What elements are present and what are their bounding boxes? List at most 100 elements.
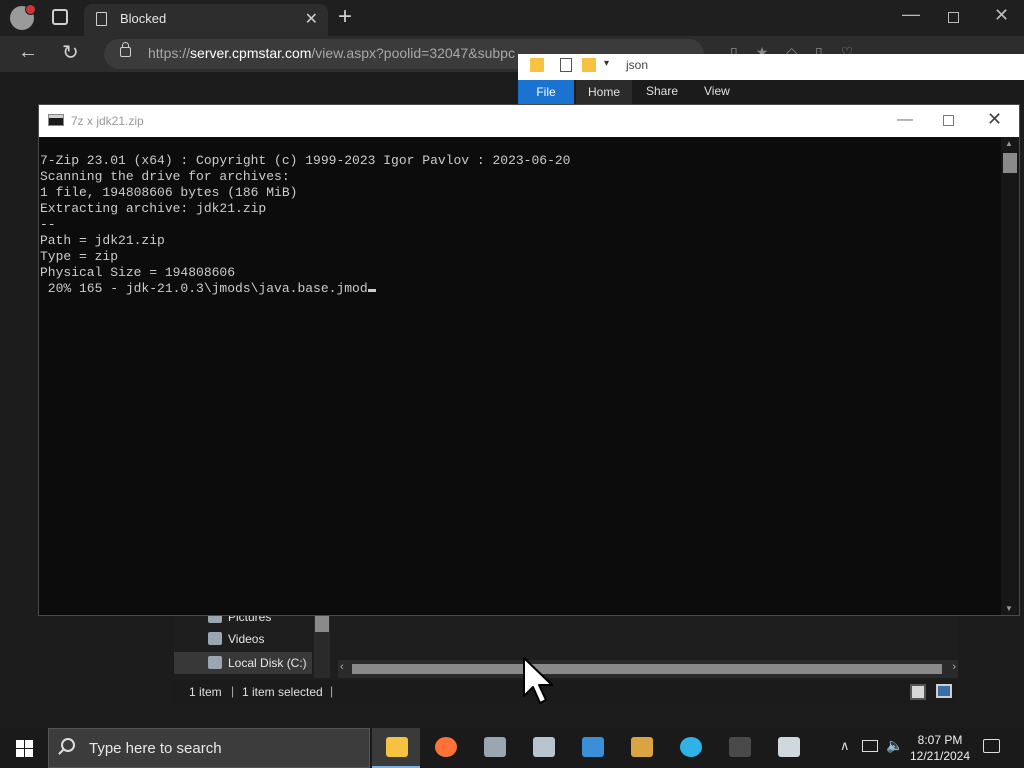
chevron-down-icon[interactable]: ▾: [604, 58, 609, 69]
windows-logo-part: [16, 740, 24, 748]
scroll-left-icon[interactable]: ‹: [340, 661, 344, 673]
back-icon[interactable]: ←: [18, 41, 38, 64]
drive-icon: [208, 656, 222, 669]
console-line: Scanning the drive for archives:: [40, 169, 290, 184]
start-button[interactable]: [16, 740, 33, 757]
lock-icon[interactable]: [120, 42, 131, 57]
console-scrollbar[interactable]: ▲ ▼: [1001, 137, 1019, 615]
tab-title: Blocked: [120, 11, 167, 26]
app-3-icon: [484, 737, 506, 757]
network-icon[interactable]: [862, 740, 878, 752]
folder-icon: [530, 58, 544, 72]
tab-file[interactable]: File: [518, 80, 574, 104]
taskbar: Type here to search ∧ 🔈 8:07 PM 12/21/20…: [0, 728, 1024, 768]
clock-time: 8:07 PM: [917, 733, 963, 747]
file-explorer-bottom: Pictures Videos Local Disk (C:) ‹ › 1 it…: [174, 610, 958, 704]
tab-actions-icon[interactable]: [52, 9, 68, 25]
new-folder-icon[interactable]: [582, 58, 596, 72]
tab-view[interactable]: View: [704, 84, 730, 98]
console-icon: [48, 114, 64, 126]
progress-line: 20% 165 - jdk-21.0.3\jmods\java.base.jmo…: [40, 281, 368, 296]
scroll-right-icon[interactable]: ›: [952, 661, 956, 673]
text-cursor: [367, 289, 376, 292]
notifications-icon[interactable]: [983, 739, 1000, 753]
volume-icon[interactable]: 🔈: [886, 737, 903, 754]
nav-scroll-thumb[interactable]: [315, 614, 329, 632]
explorer-title: json: [626, 58, 649, 72]
page-icon: [96, 12, 107, 26]
close-icon[interactable]: ✕: [994, 5, 1009, 26]
ribbon: File Home Share View: [518, 80, 1024, 104]
close-icon[interactable]: ✕: [987, 109, 1002, 130]
clock[interactable]: 8:07 PM 12/21/2024: [908, 732, 972, 764]
taskbar-app-firefox[interactable]: [421, 728, 469, 768]
taskbar-app-app-4[interactable]: [519, 728, 567, 768]
horizontal-scrollbar[interactable]: ‹ ›: [338, 660, 958, 678]
new-tab-button[interactable]: +: [338, 3, 352, 31]
taskbar-app-terminal[interactable]: [715, 728, 763, 768]
properties-icon[interactable]: [560, 58, 572, 72]
console-title: 7z x jdk21.zip: [71, 114, 144, 128]
browser-tab[interactable]: Blocked ✕: [84, 4, 328, 36]
maximize-icon[interactable]: [948, 12, 959, 23]
taskbar-app-app-5[interactable]: [568, 728, 616, 768]
nav-item-local-disk[interactable]: Local Disk (C:): [174, 652, 312, 674]
browser-tabstrip: Blocked ✕ + — ✕: [0, 0, 1024, 36]
tab-close-icon[interactable]: ✕: [305, 9, 318, 29]
minimize-icon[interactable]: —: [902, 4, 920, 25]
taskbar-app-app-6[interactable]: [617, 728, 665, 768]
taskbar-app-app-9[interactable]: [764, 728, 812, 768]
edge-icon: [680, 737, 702, 757]
profile-avatar[interactable]: [10, 4, 36, 30]
console-output[interactable]: 7-Zip 23.01 (x64) : Copyright (c) 1999-2…: [39, 137, 1001, 615]
divider: |: [330, 684, 334, 698]
large-icons-view-icon[interactable]: [936, 684, 952, 698]
taskbar-search[interactable]: Type here to search: [48, 728, 370, 768]
mouse-pointer-icon: [523, 657, 553, 704]
nav-item-videos[interactable]: Videos: [174, 628, 312, 650]
chevron-up-icon[interactable]: ∧: [840, 738, 850, 754]
app-6-icon: [631, 737, 653, 757]
windows-logo-part: [25, 749, 33, 757]
url-text[interactable]: https://server.cpmstar.com/view.aspx?poo…: [148, 45, 515, 61]
horizontal-scroll-thumb[interactable]: [352, 664, 942, 674]
scroll-down-icon[interactable]: ▼: [1005, 604, 1013, 613]
file-explorer-window: ▾ json File Home Share View: [518, 54, 1024, 104]
console-scroll-thumb[interactable]: [1003, 153, 1017, 173]
tab-share[interactable]: Share: [646, 84, 678, 98]
search-icon: [61, 738, 75, 752]
console-line: --: [40, 217, 56, 232]
item-count: 1 item: [189, 685, 222, 699]
console-titlebar[interactable]: 7z x jdk21.zip — ✕: [39, 105, 1019, 137]
console-line: 7-Zip 23.01 (x64) : Copyright (c) 1999-2…: [40, 153, 571, 168]
details-view-icon[interactable]: [910, 684, 926, 700]
windows-logo-part: [16, 749, 24, 757]
app-9-icon: [778, 737, 800, 757]
file-explorer-icon: [386, 737, 408, 757]
terminal-icon: [729, 737, 751, 757]
minimize-icon[interactable]: —: [897, 111, 913, 129]
divider: |: [231, 684, 235, 698]
console-line: Type = zip: [40, 249, 119, 264]
taskbar-app-file-explorer[interactable]: [372, 728, 420, 768]
console-line: Extracting archive: jdk21.zip: [40, 201, 267, 216]
app-4-icon: [533, 737, 555, 757]
quick-access-toolbar: ▾ json: [518, 54, 1024, 80]
console-line: Physical Size = 194808606: [40, 265, 236, 280]
windows-logo-part: [25, 740, 33, 748]
console-line: 1 file, 194808606 bytes (186 MiB): [40, 185, 298, 200]
clock-date: 12/21/2024: [909, 749, 971, 763]
maximize-icon[interactable]: [943, 115, 954, 126]
refresh-icon[interactable]: ↻: [62, 40, 79, 65]
videos-icon: [208, 632, 222, 645]
taskbar-app-edge[interactable]: [666, 728, 714, 768]
firefox-icon: [435, 737, 457, 757]
taskbar-app-app-3[interactable]: [470, 728, 518, 768]
console-line: Path = jdk21.zip: [40, 233, 165, 248]
status-bar: 1 item | 1 item selected |: [174, 680, 958, 704]
search-placeholder: Type here to search: [89, 740, 222, 757]
scroll-up-icon[interactable]: ▲: [1005, 139, 1013, 148]
tab-home[interactable]: Home: [576, 80, 632, 104]
console-window: 7z x jdk21.zip — ✕ 7-Zip 23.01 (x64) : C…: [38, 104, 1020, 616]
selection-count: 1 item selected: [242, 685, 323, 699]
